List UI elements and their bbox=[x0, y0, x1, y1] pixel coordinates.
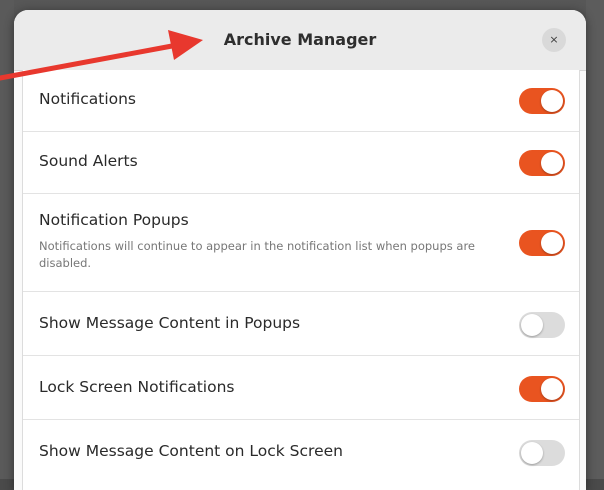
title-bar: Archive Manager × bbox=[14, 10, 586, 71]
lock-screen-notifications-toggle[interactable] bbox=[519, 376, 565, 402]
setting-label: Lock Screen Notifications bbox=[39, 378, 235, 396]
message-content-popups-toggle[interactable] bbox=[519, 312, 565, 338]
toggle-knob bbox=[521, 314, 543, 336]
notification-popups-toggle[interactable] bbox=[519, 230, 565, 256]
toggle-knob bbox=[541, 232, 563, 254]
setting-row-notifications: Notifications bbox=[23, 70, 579, 132]
setting-row-notification-popups: Notification Popups Notifications will c… bbox=[23, 194, 579, 292]
setting-row-sound-alerts: Sound Alerts bbox=[23, 132, 579, 194]
setting-description: Notifications will continue to appear in… bbox=[39, 239, 476, 270]
sound-alerts-toggle[interactable] bbox=[519, 150, 565, 176]
settings-list: Notifications Sound Alerts Notification … bbox=[22, 70, 580, 490]
background-window-right bbox=[586, 0, 604, 479]
toggle-knob bbox=[521, 442, 543, 464]
toggle-knob bbox=[541, 378, 563, 400]
setting-label: Show Message Content in Popups bbox=[39, 314, 301, 332]
setting-row-lock-screen-notifications: Lock Screen Notifications bbox=[23, 356, 579, 420]
setting-label: Notification Popups bbox=[39, 211, 189, 229]
window-title: Archive Manager bbox=[223, 30, 377, 49]
setting-row-message-content-lock-screen: Show Message Content on Lock Screen bbox=[23, 420, 579, 490]
notifications-toggle[interactable] bbox=[519, 88, 565, 114]
setting-label: Show Message Content on Lock Screen bbox=[39, 442, 343, 460]
message-content-lock-screen-toggle[interactable] bbox=[519, 440, 565, 466]
close-icon[interactable]: × bbox=[542, 28, 566, 52]
setting-label: Sound Alerts bbox=[39, 152, 138, 170]
setting-label: Notifications bbox=[39, 90, 137, 108]
archive-manager-dialog: Archive Manager × Notifications Sound Al… bbox=[14, 10, 586, 490]
toggle-knob bbox=[541, 90, 563, 112]
background-window-left bbox=[0, 0, 14, 479]
toggle-knob bbox=[541, 152, 563, 174]
setting-row-message-content-popups: Show Message Content in Popups bbox=[23, 292, 579, 356]
